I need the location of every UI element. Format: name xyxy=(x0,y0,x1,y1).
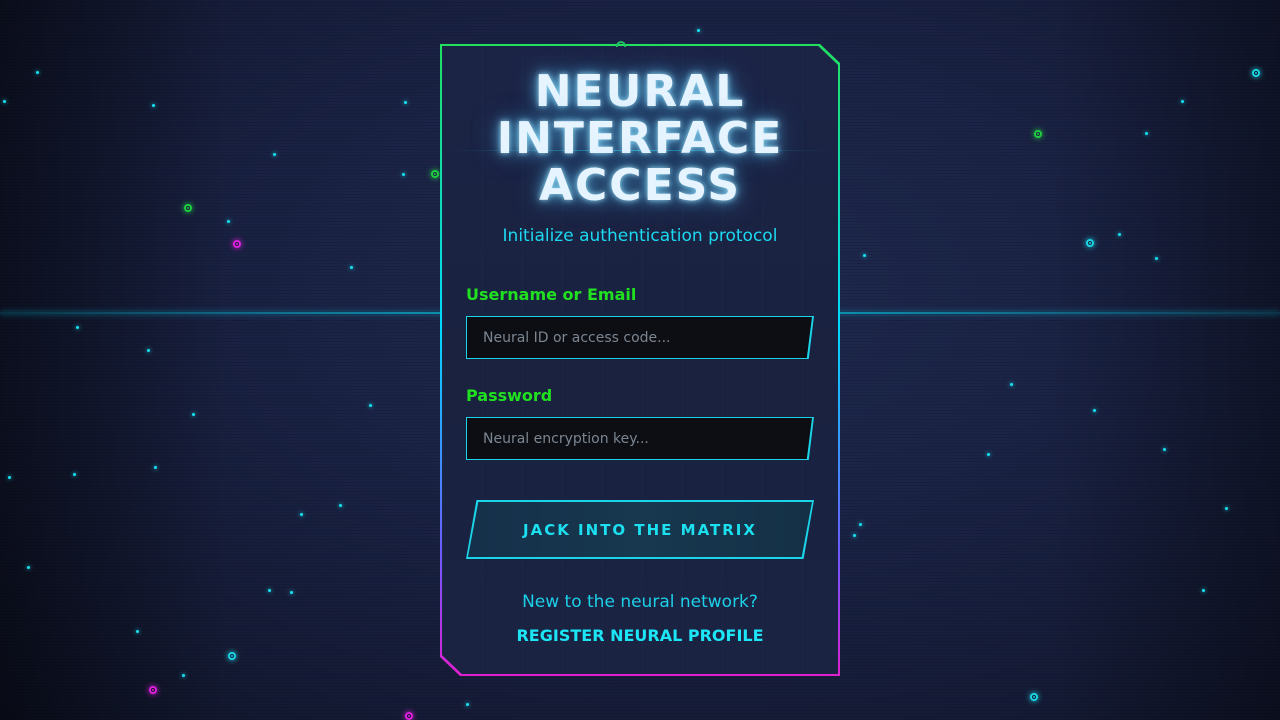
particle xyxy=(1181,100,1184,103)
password-label: Password xyxy=(466,386,553,405)
glow-node xyxy=(1086,239,1094,247)
particle xyxy=(154,466,157,469)
particle xyxy=(863,254,866,257)
username-input[interactable] xyxy=(467,317,812,358)
glow-node xyxy=(1252,69,1260,77)
particle xyxy=(339,504,342,507)
particle xyxy=(182,674,185,677)
particle xyxy=(192,413,195,416)
register-link[interactable]: REGISTER NEURAL PROFILE xyxy=(440,626,840,645)
particle xyxy=(853,534,856,537)
particle xyxy=(227,220,230,223)
particle xyxy=(697,29,700,32)
glow-node xyxy=(1034,130,1042,138)
particle xyxy=(1202,589,1205,592)
particle xyxy=(1118,233,1121,236)
particle xyxy=(152,104,155,107)
particle xyxy=(466,703,469,706)
particle xyxy=(1093,409,1096,412)
username-field-frame xyxy=(466,316,814,359)
page-subtitle: Initialize authentication protocol xyxy=(502,226,778,246)
glow-node xyxy=(1030,693,1038,701)
particle xyxy=(27,566,30,569)
glow-node xyxy=(184,204,192,212)
particle xyxy=(268,589,271,592)
particle xyxy=(290,591,293,594)
particle xyxy=(404,101,407,104)
particle xyxy=(36,71,39,74)
particle xyxy=(1225,507,1228,510)
particle xyxy=(1145,132,1148,135)
glow-node xyxy=(233,240,241,248)
password-input[interactable] xyxy=(467,418,812,459)
particle xyxy=(350,266,353,269)
password-field-frame xyxy=(466,417,814,460)
glow-node xyxy=(149,686,157,694)
particle xyxy=(987,453,990,456)
particle xyxy=(136,630,139,633)
page-title: NEURAL INTERFACE ACCESS xyxy=(496,66,784,211)
particle xyxy=(859,523,862,526)
username-label: Username or Email xyxy=(466,285,637,304)
signup-prompt: New to the neural network? xyxy=(522,592,758,612)
particle xyxy=(1155,257,1158,260)
particle xyxy=(76,326,79,329)
glow-node xyxy=(228,652,236,660)
particle xyxy=(273,153,276,156)
particle xyxy=(147,349,150,352)
glow-node xyxy=(431,170,439,178)
particle xyxy=(73,473,76,476)
particle xyxy=(1163,448,1166,451)
particle xyxy=(369,404,372,407)
particle xyxy=(300,513,303,516)
submit-button-frame: JACK INTO THE MATRIX xyxy=(466,500,814,559)
particle xyxy=(3,100,6,103)
jack-in-button[interactable]: JACK INTO THE MATRIX xyxy=(468,502,812,557)
glow-node xyxy=(405,712,413,720)
particle xyxy=(402,173,405,176)
particle xyxy=(8,476,11,479)
particle xyxy=(1010,383,1013,386)
panel-top-node-icon xyxy=(616,41,626,47)
